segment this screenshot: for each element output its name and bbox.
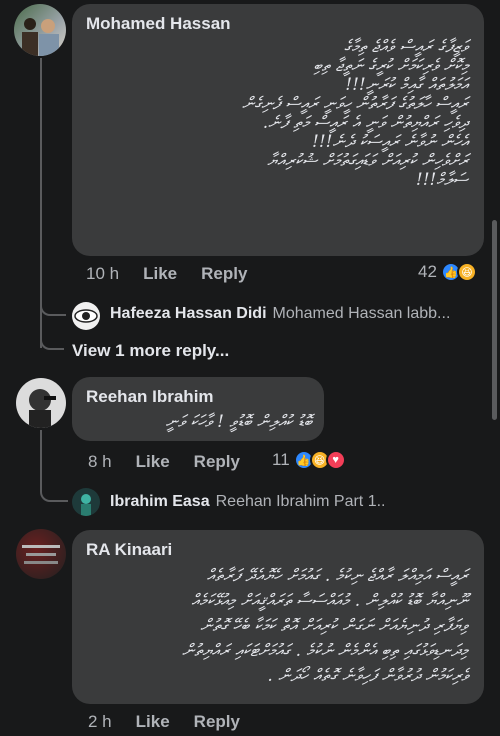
avatar-photo-icon [22,18,59,56]
reply-button[interactable]: Reply [194,712,240,732]
reply-button[interactable]: Reply [201,264,247,284]
comment-text: ބޮޑު ކުއްލިން ބޮޑުވީ ! ވާހަކަ ވަނީ [165,412,312,432]
comment-actions: 10 h Like Reply [86,264,271,284]
comment-actions: 8 h Like Reply [88,452,264,472]
love-icon: ♥ [325,450,346,470]
like-button[interactable]: Like [136,452,170,472]
thread-connector [40,296,66,316]
comment-text: ވަޒީފާގެ ރައީސް ވެއްޖެ ތިމާގެ މިކޮށް ވެރ… [241,37,468,190]
view-more-replies-link[interactable]: View 1 more reply... [72,341,229,361]
avatar[interactable] [14,4,66,56]
avatar[interactable] [72,302,100,330]
avatar[interactable] [72,488,100,516]
avatar-photo-icon [29,389,56,428]
thread-connector [40,330,64,350]
reply-author[interactable]: Hafeeza Hassan Didi [110,305,267,323]
eye-avatar-icon [74,309,98,323]
like-button[interactable]: Like [143,264,177,284]
reply-author[interactable]: Ibrahim Easa [110,493,210,511]
reply-preview[interactable]: Ibrahim Easa Reehan Ibrahim Part 1.. [110,493,385,511]
comment-time[interactable]: 2 h [88,712,112,732]
reply-button[interactable]: Reply [194,452,240,472]
reaction-count: 11 [272,450,290,469]
reply-text: Mohamed Hassan labb... [272,305,451,322]
comment-actions: 2 h Like Reply [88,712,264,732]
avatar[interactable] [16,378,66,428]
scrollbar[interactable] [492,220,497,420]
reaction-summary[interactable]: 11 👍 😆 ♥ [272,450,346,470]
like-button[interactable]: Like [136,712,170,732]
thread-connector [40,484,68,502]
reaction-summary[interactable]: 42 👍 😆 [418,262,477,282]
reply-text: Reehan Ibrahim Part 1.. [215,493,386,510]
avatar-photo-icon [81,494,91,516]
comment-author[interactable]: RA Kinaari [86,540,172,560]
avatar[interactable] [16,529,66,579]
haha-icon: 😆 [456,262,477,282]
avatar-photo-icon [22,545,60,564]
comment-time[interactable]: 10 h [86,264,119,284]
comment-time[interactable]: 8 h [88,452,112,472]
comment-author[interactable]: Mohamed Hassan [86,14,231,34]
thread-line [40,430,42,490]
reply-preview[interactable]: Hafeeza Hassan Didi Mohamed Hassan labb.… [110,305,450,323]
reaction-count: 42 [418,262,437,281]
comment-text: ރައީސް އަމިއްލަ ރާއްޖެ ނިކުމެ . ގައުމަށް… [182,566,468,686]
comment-author[interactable]: Reehan Ibrahim [86,387,214,407]
